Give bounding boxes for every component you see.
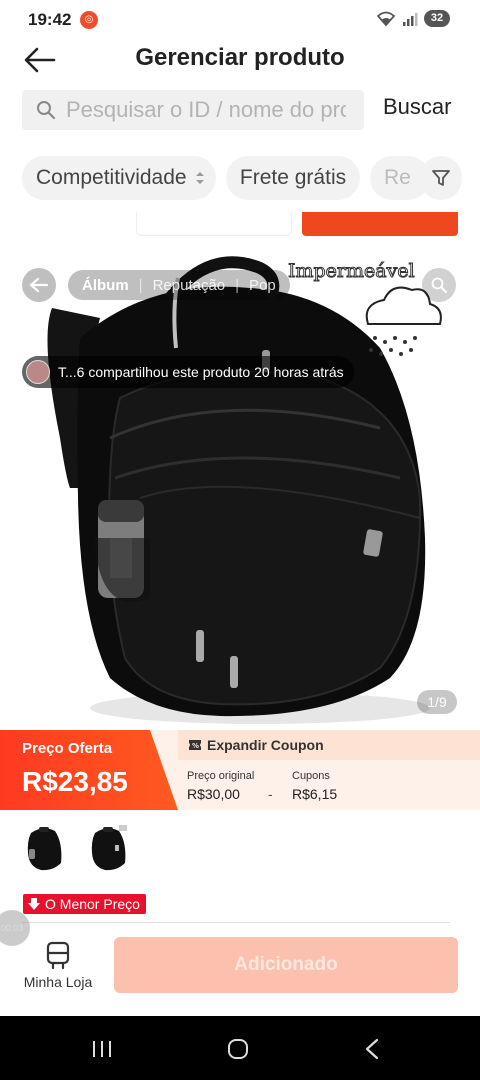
coupons-value: R$6,15 (292, 786, 338, 802)
filter-row: Competitividade Frete grátis Re (0, 156, 480, 202)
store-icon (46, 941, 70, 970)
expand-coupon-button[interactable]: % Expandir Coupon (188, 737, 324, 753)
header: Gerenciar produto (0, 38, 480, 84)
original-price-value: R$30,00 (187, 786, 240, 802)
status-time: 19:42 (28, 10, 72, 29)
system-nav-bar (0, 1016, 480, 1080)
minus-sign: - (268, 786, 273, 802)
status-bar: 19:42 ◎ 32 (0, 0, 480, 38)
sort-icon (195, 171, 205, 185)
filter-free-shipping-label: Frete grátis (239, 166, 347, 189)
my-store-label: Minha Loja (23, 974, 93, 990)
image-counter: 1/9 (417, 690, 457, 714)
variant-thumbnails (22, 822, 442, 876)
tab-separator: | (138, 276, 143, 294)
svg-text:%: % (192, 742, 199, 750)
lowest-price-badge: O Menor Preço (23, 894, 146, 914)
partial-card-white (136, 212, 292, 236)
variant-thumbnail[interactable] (86, 822, 130, 874)
filter-truncated-label: Re (384, 166, 411, 189)
search-button[interactable]: Buscar (383, 94, 451, 120)
chevron-left-icon (365, 1038, 379, 1060)
tab-separator: | (235, 276, 240, 294)
partial-card-button (302, 212, 458, 236)
arrow-left-icon (24, 47, 56, 73)
back-nav-button[interactable] (352, 1034, 392, 1064)
page-title: Gerenciar produto (135, 44, 345, 71)
battery-indicator: 32 (424, 10, 450, 27)
share-notification: T...6 compartilhou este produto 20 horas… (22, 356, 354, 388)
search-box[interactable] (22, 90, 364, 130)
share-text: T...6 compartilhou este produto 20 horas… (58, 364, 344, 380)
media-tab-pop[interactable]: Pop (249, 277, 276, 294)
my-store-button[interactable]: Minha Loja (18, 940, 98, 994)
wifi-icon (376, 11, 396, 26)
media-tab-album[interactable]: Álbum (82, 277, 129, 294)
search-input[interactable] (66, 97, 346, 123)
variant-thumbnail[interactable] (22, 822, 66, 874)
search-row: Buscar (0, 90, 480, 132)
signal-icon (403, 12, 418, 26)
app-screen: 19:42 ◎ 32 Gerenciar produto Buscar Comp… (0, 0, 480, 1080)
home-icon (228, 1039, 248, 1059)
watermark-text: Impermeável (288, 260, 416, 283)
backpack-image (0, 238, 480, 730)
divider (22, 922, 450, 923)
filter-competitiveness[interactable]: Competitividade (22, 156, 216, 200)
recents-button[interactable] (82, 1034, 122, 1064)
added-button[interactable]: Adicionado (114, 937, 458, 993)
search-icon (36, 100, 56, 120)
coupons-label: Cupons (292, 770, 330, 782)
offer-label: Preço Oferta (22, 740, 113, 757)
arrow-down-icon (28, 898, 40, 910)
avatar (26, 360, 50, 384)
filter-competitiveness-label: Competitividade (36, 166, 187, 189)
arrow-left-icon (29, 277, 49, 293)
back-button[interactable] (22, 42, 58, 78)
original-price-label: Preço original (187, 770, 255, 782)
search-icon (431, 277, 447, 293)
price-banner: Preço Oferta R$23,85 % Expandir Coupon P… (0, 730, 480, 810)
recents-icon (93, 1041, 111, 1057)
lowest-price-label: O Menor Preço (45, 896, 140, 912)
product-media[interactable]: Álbum | Reputação | Pop Impermeável T...… (0, 238, 480, 730)
expand-coupon-label: Expandir Coupon (207, 737, 324, 753)
partial-card-strip (0, 212, 480, 238)
shopee-notification-icon: ◎ (80, 11, 98, 29)
filter-button[interactable] (420, 156, 462, 200)
media-tabs: Álbum | Reputação | Pop (68, 270, 290, 300)
media-search-button[interactable] (422, 268, 456, 302)
filter-icon (432, 170, 450, 186)
media-back-button[interactable] (22, 268, 56, 302)
home-button[interactable] (218, 1034, 258, 1064)
offer-price: R$23,85 (22, 766, 128, 797)
filter-free-shipping[interactable]: Frete grátis (226, 156, 360, 200)
coupon-icon: % (189, 740, 201, 750)
status-icons: 32 (376, 10, 450, 27)
media-tab-reputation[interactable]: Reputação (153, 277, 226, 294)
